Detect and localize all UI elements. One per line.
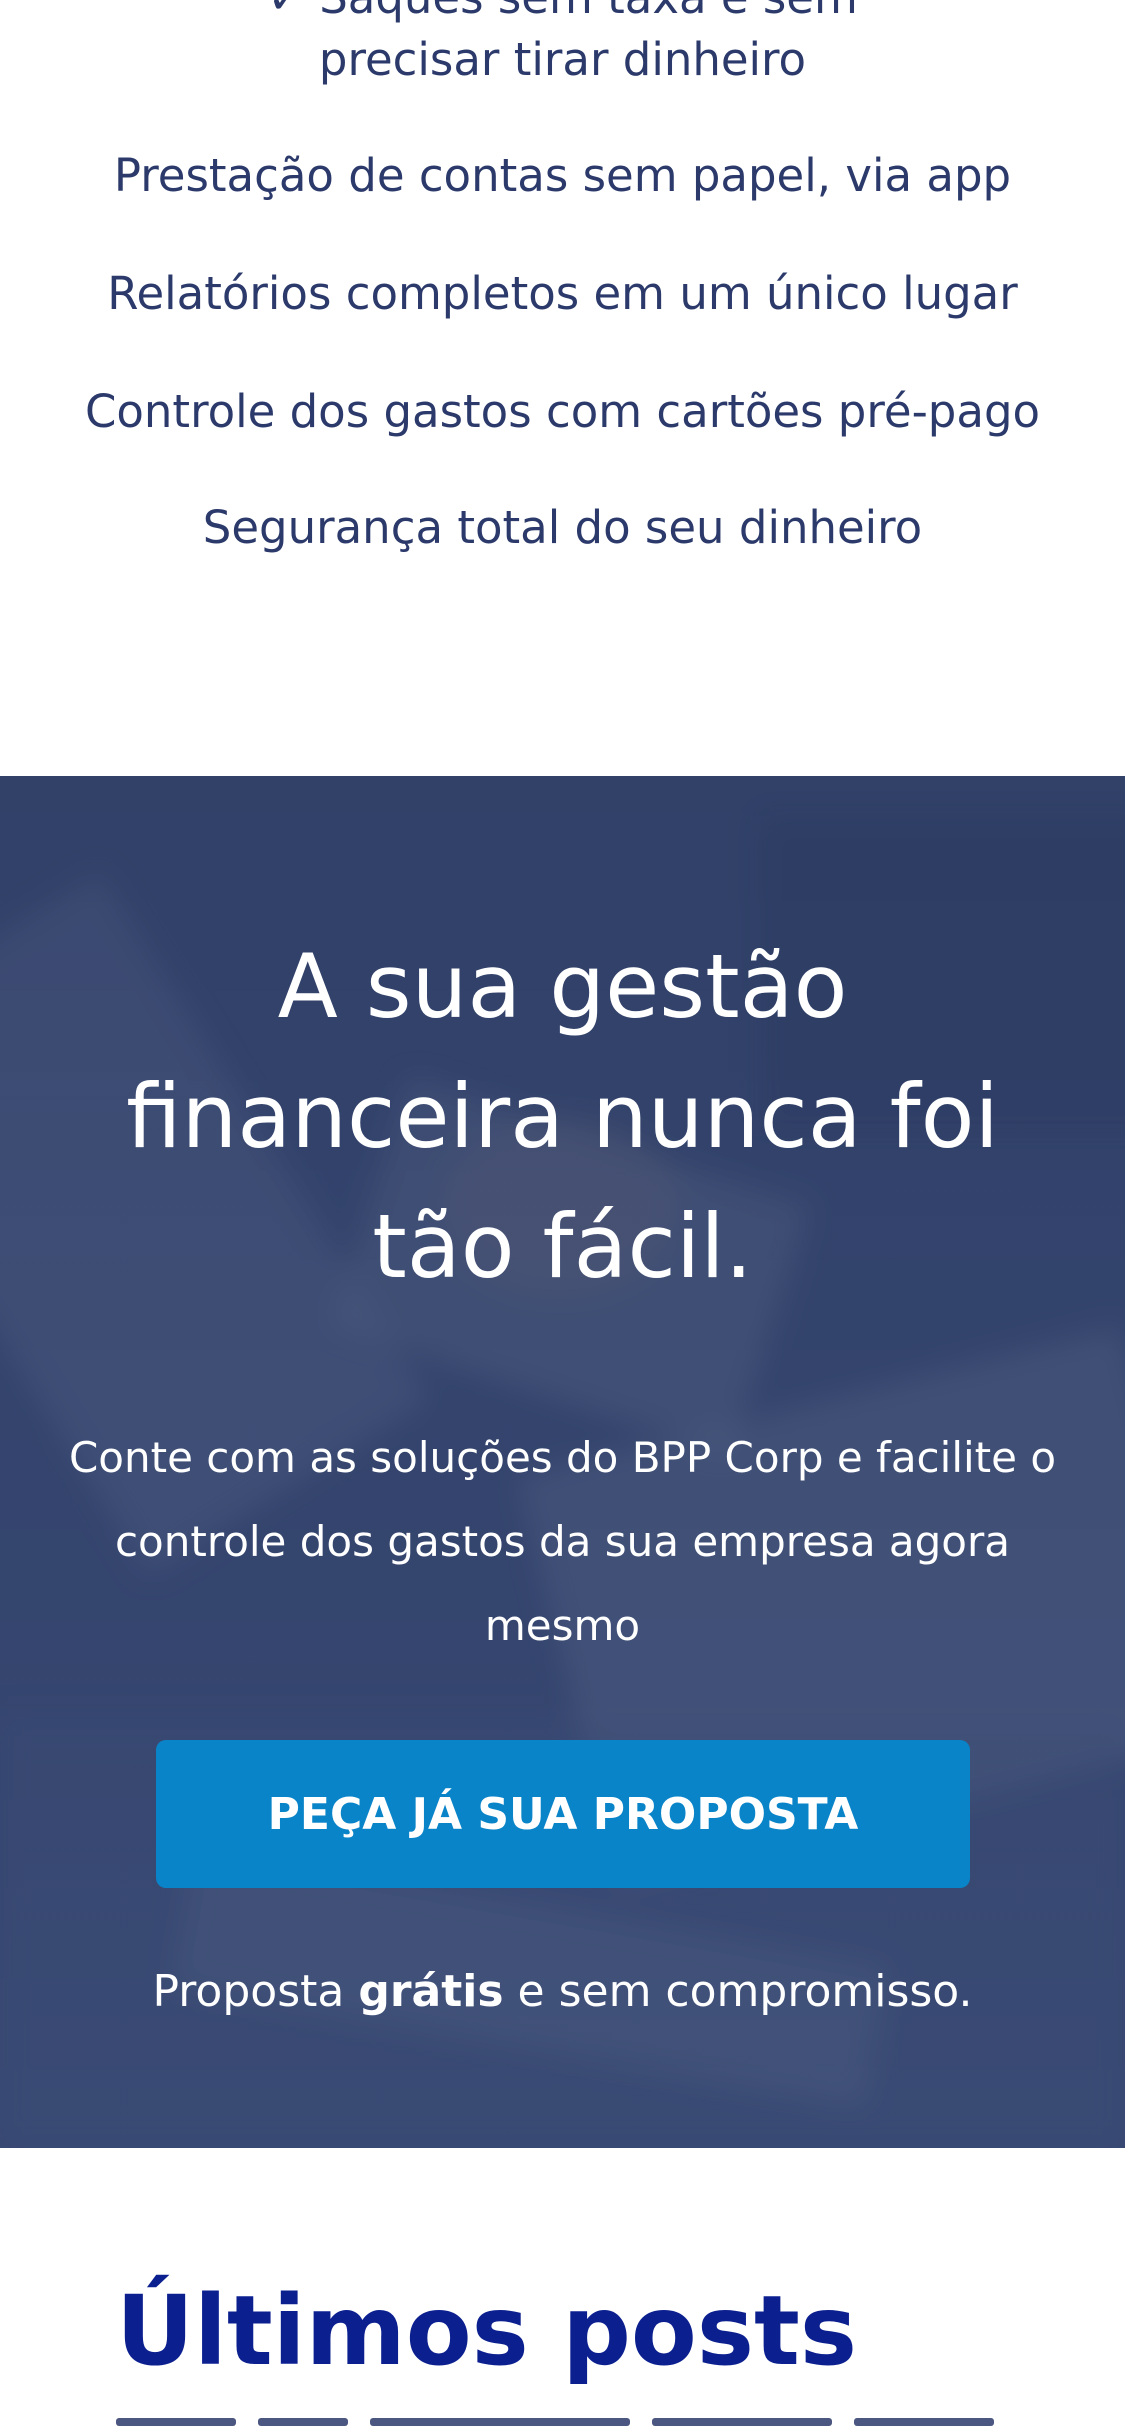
post-preview-cut-off xyxy=(116,2418,996,2426)
page: ✓ Saques sem taxa e sem precisar tirar d… xyxy=(0,0,1125,2436)
proposal-note-free: grátis xyxy=(358,1966,504,2017)
benefit-item: precisar tirar dinheiro xyxy=(318,33,807,86)
proposal-note-start: Proposta xyxy=(152,1966,359,2017)
banner-content: A sua gestão financeira nunca foi tão fá… xyxy=(0,776,1125,2148)
benefits-section: ✓ Saques sem taxa e sem precisar tirar d… xyxy=(0,0,1125,776)
latest-posts-title: Últimos posts xyxy=(116,2275,858,2387)
latest-posts-section: Últimos posts xyxy=(0,2148,1125,2436)
request-proposal-button[interactable]: PEÇA JÁ SUA PROPOSTA xyxy=(156,1740,970,1888)
benefit-item: Controle dos gastos com cartões pré-pago xyxy=(84,385,1041,438)
cta-banner: A sua gestão financeira nunca foi tão fá… xyxy=(0,776,1125,2148)
benefit-item: Segurança total do seu dinheiro xyxy=(202,501,923,554)
benefit-item-cut-off: ✓ Saques sem taxa e sem xyxy=(0,0,1125,28)
banner-headline: A sua gestão financeira nunca foi tão fá… xyxy=(126,935,999,1298)
benefit-item: Relatórios completos em um único lugar xyxy=(107,267,1018,320)
banner-description: Conte com as soluções do BPP Corp e faci… xyxy=(68,1433,1057,1650)
proposal-note: Proposta grátis e sem compromisso. xyxy=(0,1962,1125,2022)
benefit-item: Prestação de contas sem papel, via app xyxy=(113,149,1012,202)
proposal-note-end: e sem compromisso. xyxy=(503,1966,973,2017)
